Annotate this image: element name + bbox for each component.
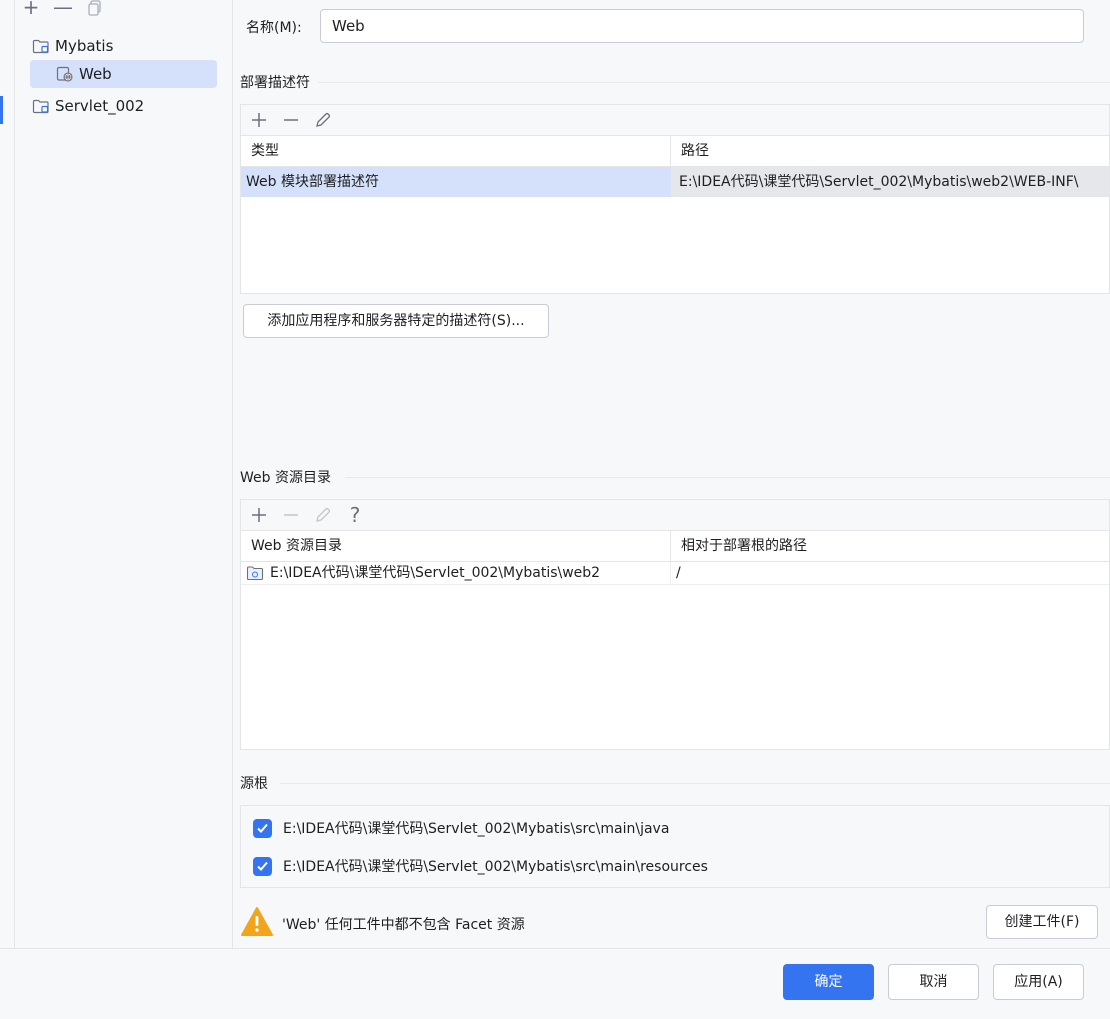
cancel-button[interactable]: 取消 — [888, 964, 979, 1000]
facet-warning: 'Web' 任何工件中都不包含 Facet 资源 — [240, 906, 525, 941]
source-root-item[interactable]: E:\IDEA代码\课堂代码\Servlet_002\Mybatis\src\m… — [253, 818, 669, 838]
tree-item-label: Mybatis — [55, 37, 114, 55]
table-header: 类型 路径 — [241, 136, 1109, 167]
cell-type: Web 模块部署描述符 — [241, 167, 671, 197]
module-folder-icon — [32, 98, 50, 114]
resources-toolbar: ? — [241, 500, 1109, 531]
checkbox-checked[interactable] — [253, 818, 272, 838]
checkbox-checked[interactable] — [253, 856, 272, 876]
column-header-path[interactable]: 路径 — [671, 136, 1109, 166]
web-facet-icon — [56, 66, 74, 82]
edit-pencil-icon[interactable] — [311, 108, 335, 132]
name-input[interactable]: Web — [320, 9, 1084, 43]
warning-text: 'Web' 任何工件中都不包含 Facet 资源 — [282, 916, 525, 933]
warning-icon — [240, 906, 274, 941]
left-edge-strip — [0, 0, 15, 950]
section-separator — [345, 477, 1110, 478]
create-artifact-button[interactable]: 创建工件(F) — [986, 905, 1098, 939]
tree-item-mybatis[interactable]: Mybatis — [32, 32, 217, 60]
copy-icon[interactable] — [84, 0, 106, 18]
source-root-path: E:\IDEA代码\课堂代码\Servlet_002\Mybatis\src\m… — [283, 821, 670, 837]
web-folder-icon — [246, 565, 264, 581]
resource-dir-text: E:\IDEA代码\课堂代码\Servlet_002\Mybatis\web2 — [270, 565, 601, 581]
web-resource-table: ? Web 资源目录 相对于部署根的路径 E:\IDEA代码\课堂代码\Serv… — [240, 499, 1110, 750]
selection-marker — [0, 96, 3, 124]
tree-toolbar: + — — [20, 0, 106, 18]
column-header-resource-dir[interactable]: Web 资源目录 — [241, 531, 671, 561]
tree-item-label: Servlet_002 — [55, 97, 145, 115]
column-header-relative-path[interactable]: 相对于部署根的路径 — [671, 531, 1109, 561]
resources-section-title: Web 资源目录 — [240, 470, 331, 486]
cell-path: E:\IDEA代码\课堂代码\Servlet_002\Mybatis\web2\… — [671, 167, 1109, 197]
edit-pencil-icon[interactable] — [311, 503, 335, 527]
source-roots-section-title: 源根 — [240, 776, 268, 792]
deployment-section-title: 部署描述符 — [240, 75, 310, 91]
column-header-type[interactable]: 类型 — [241, 136, 671, 166]
remove-icon[interactable] — [279, 108, 303, 132]
section-separator — [280, 783, 1110, 784]
deployment-descriptor-table: 类型 路径 Web 模块部署描述符 E:\IDEA代码\课堂代码\Servlet… — [240, 104, 1110, 294]
apply-button[interactable]: 应用(A) — [993, 964, 1084, 1000]
table-header: Web 资源目录 相对于部署根的路径 — [241, 531, 1109, 562]
add-icon[interactable]: + — [20, 0, 42, 18]
remove-icon[interactable] — [279, 503, 303, 527]
add-icon[interactable] — [247, 503, 271, 527]
section-separator — [318, 82, 1110, 83]
tree-item-servlet-002[interactable]: Servlet_002 — [32, 92, 217, 120]
table-row[interactable]: E:\IDEA代码\课堂代码\Servlet_002\Mybatis\web2 … — [241, 562, 1109, 585]
module-folder-icon — [32, 38, 50, 54]
deployment-toolbar — [241, 105, 1109, 136]
cell-relative-path: / — [676, 565, 681, 581]
ok-button[interactable]: 确定 — [783, 964, 874, 1000]
remove-icon[interactable]: — — [52, 0, 74, 18]
name-label: 名称(M): — [246, 20, 302, 36]
cell-resource-dir: E:\IDEA代码\课堂代码\Servlet_002\Mybatis\web2 — [241, 562, 671, 584]
tree-item-web[interactable]: Web — [30, 60, 217, 88]
tree-item-label: Web — [79, 65, 112, 83]
source-root-path: E:\IDEA代码\课堂代码\Servlet_002\Mybatis\src\m… — [283, 859, 708, 875]
source-root-item[interactable]: E:\IDEA代码\课堂代码\Servlet_002\Mybatis\src\m… — [253, 856, 708, 876]
table-row[interactable]: Web 模块部署描述符 E:\IDEA代码\课堂代码\Servlet_002\M… — [241, 167, 1109, 197]
add-icon[interactable] — [247, 108, 271, 132]
source-roots-list: E:\IDEA代码\课堂代码\Servlet_002\Mybatis\src\m… — [240, 805, 1110, 888]
help-icon[interactable]: ? — [343, 503, 367, 527]
add-server-descriptor-button[interactable]: 添加应用程序和服务器特定的描述符(S)... — [243, 304, 549, 338]
facet-tree-panel — [15, 0, 233, 948]
